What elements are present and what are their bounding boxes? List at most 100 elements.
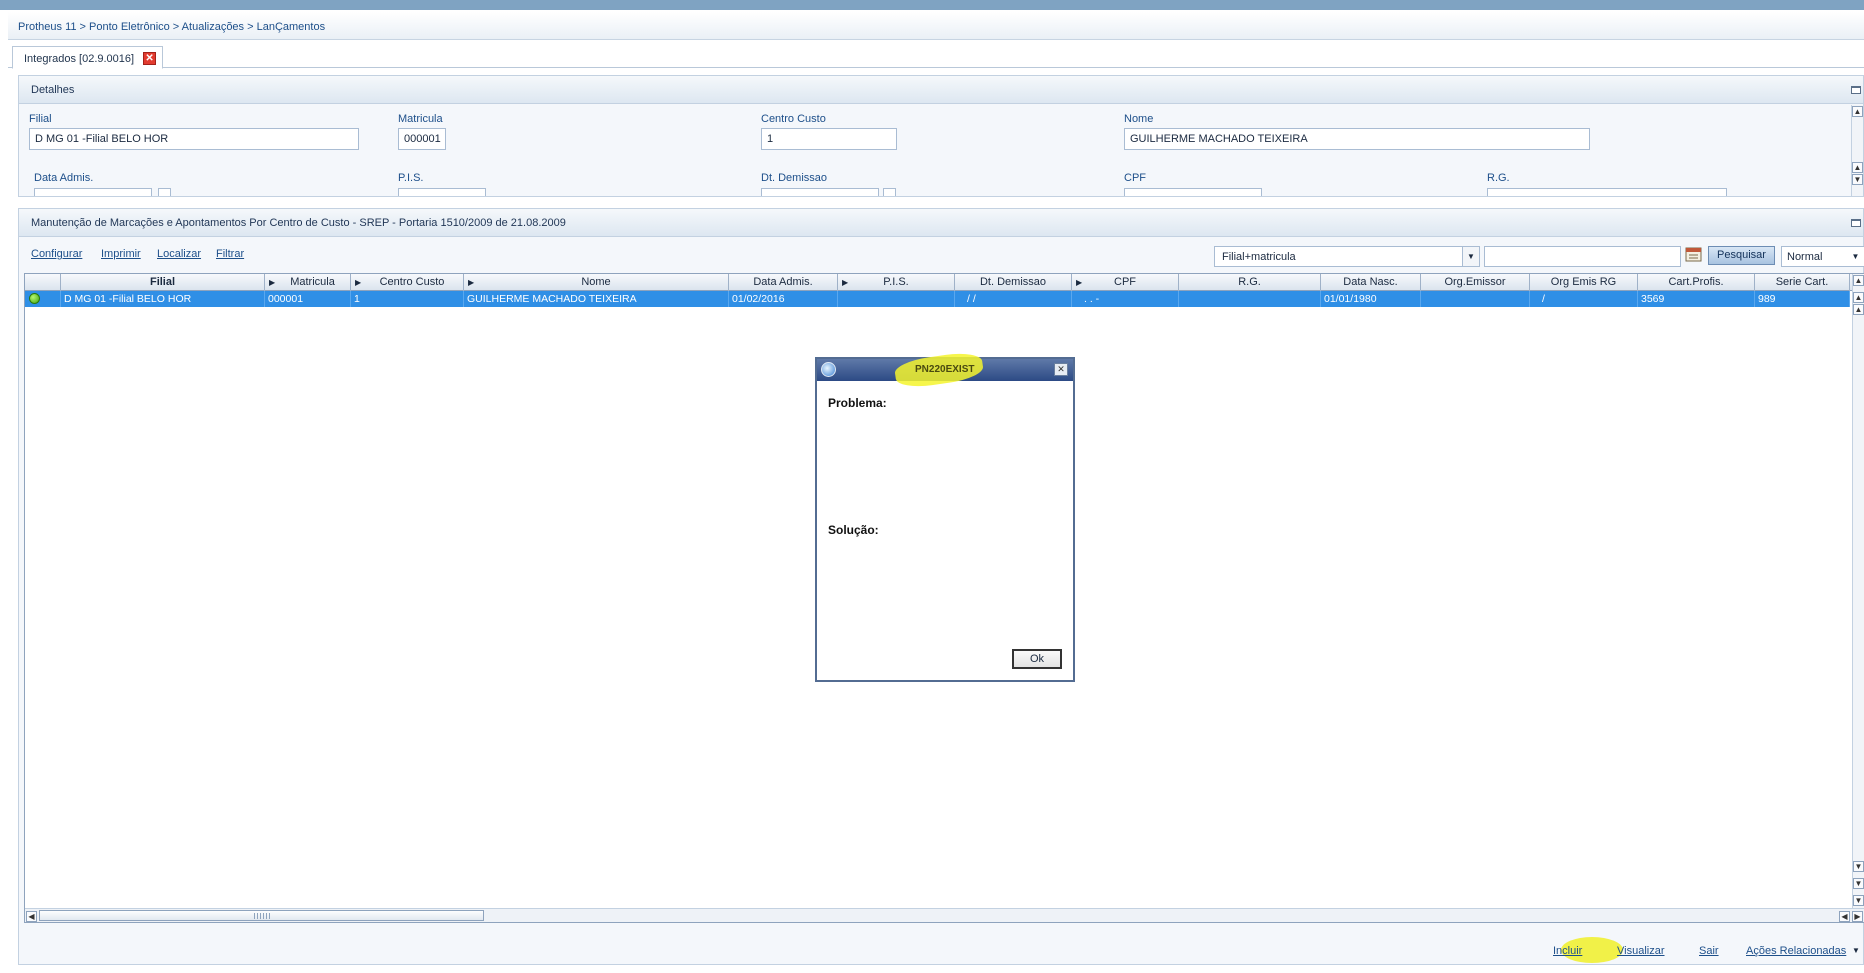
incluir-button[interactable]: Incluir (1553, 945, 1582, 957)
cell-matricula: 000001 (265, 291, 351, 307)
play-icon: ▶ (468, 278, 475, 287)
column-header-rg[interactable]: R.G. (1179, 274, 1321, 291)
window-top-bar (0, 0, 1864, 10)
chevron-down-icon[interactable]: ▼ (1852, 946, 1860, 955)
browse-title: Manutenção de Marcações e Apontamentos P… (31, 217, 566, 229)
column-header-org-emis-rg[interactable]: Org Emis RG (1530, 274, 1638, 291)
data-admis-field[interactable] (34, 188, 152, 196)
cell-org-emis-rg: / (1530, 291, 1638, 307)
scroll-left-icon[interactable]: ◀ (26, 911, 37, 922)
chevron-down-icon[interactable]: ▼ (1847, 247, 1864, 266)
imprimir-link[interactable]: Imprimir (101, 248, 141, 260)
ok-button[interactable]: Ok (1012, 649, 1062, 669)
matricula-field[interactable]: 000001 (398, 128, 446, 150)
scroll-bottom-icon[interactable]: ▼ (1853, 895, 1864, 906)
rg-field[interactable] (1487, 188, 1727, 196)
dialog-title: PN220EXIST (915, 364, 975, 375)
calendar-button[interactable] (158, 188, 171, 196)
column-header-cpf[interactable]: ▶ CPF (1072, 274, 1179, 291)
column-header-org-emissor[interactable]: Org.Emissor (1421, 274, 1530, 291)
details-title: Detalhes (31, 84, 75, 96)
column-header-data-nasc[interactable]: Data Nasc. (1321, 274, 1421, 291)
column-header-matricula[interactable]: ▶ Matricula (265, 274, 351, 291)
column-header-cart-profis[interactable]: Cart.Profis. (1638, 274, 1755, 291)
scroll-up-icon[interactable]: ▲ (1853, 292, 1864, 303)
column-header-dt-demissao[interactable]: Dt. Demissao (955, 274, 1072, 291)
grid-vertical-scrollbar[interactable]: ▲ ▲ ▲ ▼ ▼ ▼ (1852, 274, 1864, 908)
calendar-button[interactable] (883, 188, 896, 196)
scroll-top-icon[interactable]: ▲ (1853, 275, 1864, 286)
column-header-serie-cart[interactable]: Serie Cart. (1755, 274, 1850, 291)
app-icon (821, 362, 836, 377)
cell-dt-demissao: / / (955, 291, 1072, 307)
localizar-link[interactable]: Localizar (157, 248, 201, 260)
play-icon: ▶ (269, 278, 276, 287)
chevron-down-icon[interactable]: ▼ (1462, 247, 1479, 266)
play-icon: ▶ (1076, 278, 1083, 287)
breadcrumb: Protheus 11 > Ponto Eletrônico > Atualiz… (8, 12, 1864, 40)
configurar-link[interactable]: Configurar (31, 248, 82, 260)
cell-pis (838, 291, 955, 307)
action-bar: Incluir Visualizar Sair Ações Relacionad… (19, 929, 1863, 964)
dialog-title-bar: PN220EXIST ✕ (817, 350, 1073, 390)
scroll-up-icon[interactable]: ▲ (1852, 106, 1863, 117)
column-header-filial[interactable]: Filial (61, 274, 265, 291)
scroll-down-icon[interactable]: ▼ (1852, 174, 1863, 185)
cell-cpf: . . - (1072, 291, 1179, 307)
scroll-left-icon[interactable]: ◀ (1839, 911, 1850, 922)
data-admis-label: Data Admis. (34, 172, 94, 184)
scroll-down-icon[interactable]: ▲ (1852, 162, 1863, 173)
scroll-thumb[interactable] (39, 910, 484, 921)
error-dialog: PN220EXIST ✕ Problema: Solução: Ok (815, 350, 1075, 682)
pis-label: P.I.S. (398, 172, 424, 184)
grid-header: Filial ▶ Matricula ▶ Centro Custo ▶ Nome Da… (25, 274, 1864, 291)
collapse-icon[interactable] (1851, 219, 1861, 227)
cell-filial: D MG 01 -Filial BELO HOR (61, 291, 265, 307)
cell-serie-cart: 989 (1755, 291, 1850, 307)
cell-rg (1179, 291, 1321, 307)
column-header-data-admis[interactable]: Data Admis. (729, 274, 838, 291)
calendar-icon[interactable] (1685, 245, 1703, 263)
acoes-relacionadas-button[interactable]: Ações Relacionadas (1746, 945, 1846, 957)
dt-demissao-label: Dt. Demissao (761, 172, 828, 184)
table-row[interactable]: D MG 01 -Filial BELO HOR 000001 1 GUILHE… (25, 291, 1850, 307)
browse-header: Manutenção de Marcações e Apontamentos P… (19, 209, 1863, 237)
dt-demissao-field[interactable] (761, 188, 879, 196)
centro-custo-label: Centro Custo (761, 113, 826, 125)
filtrar-link[interactable]: Filtrar (216, 248, 244, 260)
tab-label: Integrados [02.9.0016] (24, 53, 135, 65)
column-header-pis[interactable]: ▶ P.I.S. (838, 274, 955, 291)
close-icon[interactable]: ✕ (143, 52, 157, 65)
details-header: Detalhes (19, 76, 1863, 104)
cpf-label: CPF (1124, 172, 1146, 184)
scroll-up-icon[interactable]: ▲ (1853, 304, 1864, 315)
scroll-down-icon[interactable]: ▼ (1853, 878, 1864, 889)
view-mode-select[interactable]: Normal ▼ (1781, 246, 1864, 267)
search-button[interactable]: Pesquisar (1708, 246, 1775, 265)
pis-field[interactable] (398, 188, 486, 196)
filial-field[interactable]: D MG 01 -Filial BELO HOR (29, 128, 359, 150)
tab-integrados[interactable]: Integrados [02.9.0016] ✕ (12, 46, 164, 69)
centro-custo-field[interactable]: 1 (761, 128, 897, 150)
column-header-centro-custo[interactable]: ▶ Centro Custo (351, 274, 464, 291)
close-icon[interactable]: ✕ (1054, 363, 1068, 376)
cell-data-nasc: 01/01/1980 (1321, 291, 1421, 307)
play-icon: ▶ (355, 278, 362, 287)
nome-field[interactable]: GUILHERME MACHADO TEIXEIRA (1124, 128, 1590, 150)
solution-label: Solução: (828, 523, 879, 537)
cpf-field[interactable] (1124, 188, 1262, 196)
column-header-nome[interactable]: ▶ Nome (464, 274, 729, 291)
scroll-down-icon[interactable]: ▼ (1853, 861, 1864, 872)
order-select[interactable]: Filial+matricula ▼ (1214, 246, 1480, 267)
tab-strip: Integrados [02.9.0016] ✕ (8, 44, 1864, 69)
scroll-right-icon[interactable]: ▶ (1852, 911, 1863, 922)
collapse-icon[interactable] (1851, 86, 1861, 94)
cell-cart-profis: 3569 (1638, 291, 1755, 307)
matricula-label: Matricula (398, 113, 443, 125)
details-scrollbar[interactable]: ▲ ▲ ▼ (1851, 105, 1863, 196)
grid-horizontal-scrollbar[interactable]: ◀ ◀ ▶ (25, 908, 1864, 922)
visualizar-button[interactable]: Visualizar (1617, 945, 1665, 957)
sair-button[interactable]: Sair (1699, 945, 1719, 957)
search-input[interactable] (1484, 246, 1681, 267)
status-column-header[interactable] (25, 274, 61, 291)
